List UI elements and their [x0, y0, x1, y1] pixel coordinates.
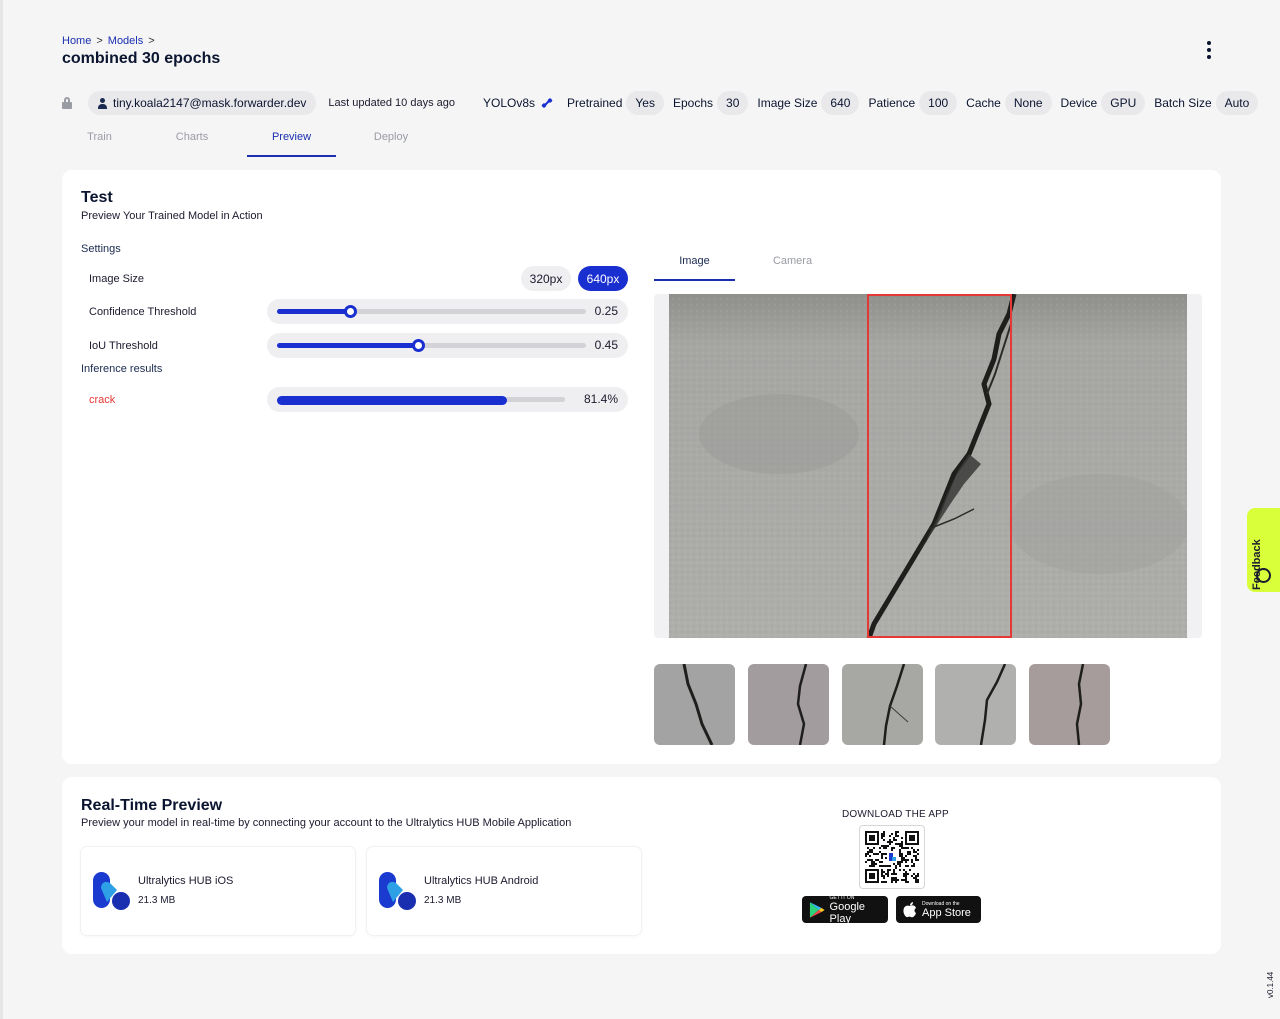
preview-image — [669, 294, 1187, 638]
confidence-threshold-label: Confidence Threshold — [89, 306, 197, 318]
size-option-640[interactable]: 640px — [578, 266, 628, 291]
app-version: v0.1.44 — [1266, 971, 1275, 998]
result-confidence-value: 81.4% — [583, 392, 618, 406]
confidence-slider-handle[interactable] — [344, 305, 357, 318]
realtime-subtitle: Preview your model in real-time by conne… — [81, 817, 572, 829]
model-architecture: YOLOv8s — [483, 96, 536, 110]
test-title: Test — [81, 189, 113, 206]
breadcrumb-home[interactable]: Home — [62, 35, 91, 47]
meta-cache-value: None — [1004, 91, 1052, 115]
sample-thumbnail[interactable] — [1029, 664, 1110, 745]
iou-slider-handle[interactable] — [412, 339, 425, 352]
meta-epochs-value: 30 — [717, 91, 749, 115]
confidence-slider-fill — [277, 309, 351, 314]
qr-code-icon — [859, 825, 925, 889]
smile-icon — [1256, 568, 1271, 583]
settings-label: Settings — [81, 243, 121, 255]
result-confidence-fill — [277, 396, 507, 405]
app-card-ios[interactable]: Ultralytics HUB iOS 21.3 MB — [81, 847, 355, 935]
size-option-320[interactable]: 320px — [521, 266, 571, 291]
app-card-android[interactable]: Ultralytics HUB Android 21.3 MB — [367, 847, 641, 935]
meta-patience-value: 100 — [919, 91, 958, 115]
app-name: Ultralytics HUB iOS — [138, 875, 234, 887]
meta-pretrained-value: Yes — [626, 91, 664, 115]
app-name: Ultralytics HUB Android — [424, 875, 539, 887]
more-options-icon[interactable] — [1200, 40, 1218, 60]
tab-image[interactable]: Image — [654, 243, 735, 281]
meta-device-value: GPU — [1101, 91, 1146, 115]
tab-deploy[interactable]: Deploy — [336, 122, 446, 157]
sample-thumbnail[interactable] — [842, 664, 923, 745]
meta-image-size-value: 640 — [821, 91, 860, 115]
iou-slider[interactable]: 0.45 — [267, 333, 628, 358]
meta-batch-size-value: Auto — [1215, 91, 1259, 115]
tab-train[interactable]: Train — [62, 122, 137, 157]
inference-results-label: Inference results — [81, 363, 163, 375]
breadcrumb-separator: > — [148, 35, 155, 47]
user-icon — [98, 97, 107, 109]
breadcrumb: Home > Models > — [62, 35, 155, 47]
google-play-button[interactable]: GET IT ON Google Play — [802, 895, 888, 925]
sample-thumbnail[interactable] — [748, 664, 829, 745]
image-size-label: Image Size — [89, 273, 145, 285]
meta-cache: Cache None — [966, 91, 1052, 115]
meta-device: Device GPU — [1061, 91, 1146, 115]
ultralytics-logo-icon — [379, 872, 417, 912]
feedback-button[interactable]: Feedback — [1247, 508, 1280, 592]
ultralytics-logo-icon — [93, 872, 131, 912]
download-app-label: DOWNLOAD THE APP — [842, 809, 949, 820]
google-play-icon — [809, 901, 825, 918]
test-card: Test Preview Your Trained Model in Actio… — [62, 170, 1221, 764]
meta-image-size: Image Size 640 — [757, 91, 860, 115]
app-size: 21.3 MB — [424, 895, 462, 906]
breadcrumb-models[interactable]: Models — [108, 35, 143, 47]
realtime-title: Real-Time Preview — [81, 797, 223, 814]
sample-thumbnail[interactable] — [654, 664, 735, 745]
owner-email: tiny.koala2147@mask.forwarder.dev — [113, 96, 307, 110]
tab-preview[interactable]: Preview — [247, 122, 336, 157]
tab-charts[interactable]: Charts — [137, 122, 247, 157]
iou-slider-fill — [277, 343, 419, 348]
confidence-slider[interactable]: 0.25 — [267, 299, 628, 324]
tab-camera[interactable]: Camera — [752, 243, 833, 281]
meta-batch-size: Batch Size Auto — [1154, 91, 1259, 115]
confidence-value: 0.25 — [594, 304, 618, 318]
app-store-button[interactable]: Download on the App Store — [896, 896, 981, 923]
model-meta-row: tiny.koala2147@mask.forwarder.dev Last u… — [62, 91, 1267, 115]
preview-frame — [654, 294, 1202, 638]
app-size: 21.3 MB — [138, 895, 176, 906]
iou-threshold-label: IoU Threshold — [89, 340, 158, 352]
last-updated: Last updated 10 days ago — [328, 97, 455, 109]
meta-patience: Patience 100 — [868, 91, 958, 115]
iou-value: 0.45 — [594, 338, 618, 352]
page-title: combined 30 epochs — [62, 50, 221, 67]
realtime-preview-card: Real-Time Preview Preview your model in … — [62, 777, 1221, 954]
meta-epochs: Epochs 30 — [673, 91, 749, 115]
breadcrumb-separator: > — [96, 35, 103, 47]
model-tabs: Train Charts Preview Deploy — [62, 122, 446, 157]
owner-pill[interactable]: tiny.koala2147@mask.forwarder.dev — [88, 91, 317, 115]
lock-icon[interactable] — [62, 97, 72, 109]
apple-icon — [903, 901, 916, 917]
meta-pretrained: Pretrained Yes — [567, 91, 664, 115]
sample-thumbnail[interactable] — [935, 664, 1016, 745]
result-class-label: crack — [89, 394, 116, 406]
result-confidence-bar: 81.4% — [267, 387, 628, 412]
page-edge — [0, 0, 3, 1019]
test-subtitle: Preview Your Trained Model in Action — [81, 210, 263, 222]
link-icon[interactable] — [541, 97, 553, 109]
